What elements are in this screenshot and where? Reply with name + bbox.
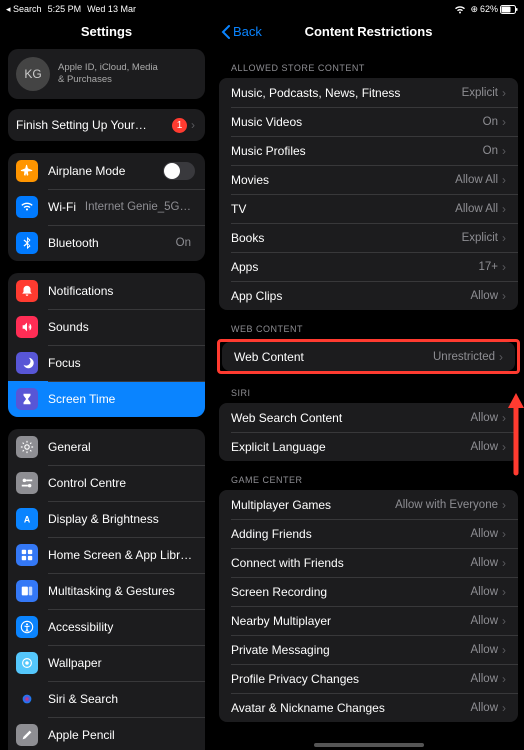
apple-pencil-row[interactable]: Apple Pencil [8,717,205,750]
store-group: Music, Podcasts, News, FitnessExplicit›M… [219,78,518,310]
gamecenter-item-row[interactable]: Private MessagingAllow› [219,635,518,664]
gamecenter-item-row[interactable]: Profile Privacy ChangesAllow› [219,664,518,693]
home-screen-row[interactable]: Home Screen & App Library [8,537,205,573]
store-item-row[interactable]: BooksExplicit› [219,223,518,252]
back-button[interactable]: Back [221,24,262,39]
siri-header: SIRI [213,374,524,403]
svg-text:A: A [24,515,31,525]
status-date: Wed 13 Mar [87,4,136,14]
detail-navbar: Back Content Restrictions [213,18,524,49]
gamecenter-item-row[interactable]: Nearby MultiplayerAllow› [219,606,518,635]
chevron-right-icon: › [502,173,506,187]
airplane-mode-row[interactable]: Airplane Mode [8,153,205,189]
store-header: ALLOWED STORE CONTENT [213,49,524,78]
speaker-icon [16,316,38,338]
web-content-row[interactable]: Web Content Unrestricted › [222,342,515,371]
wallpaper-row[interactable]: Wallpaper [8,645,205,681]
page-title: Content Restrictions [223,24,514,39]
display-row[interactable]: A Display & Brightness [8,501,205,537]
finish-setup-row[interactable]: Finish Setting Up Your… 1 › [8,109,205,141]
chevron-right-icon: › [502,614,506,628]
bluetooth-icon [16,232,38,254]
moon-icon [16,352,38,374]
siri-item-row[interactable]: Explicit LanguageAllow› [219,432,518,461]
store-item-row[interactable]: MoviesAllow All› [219,165,518,194]
status-time: 5:25 PM [48,4,82,14]
gamecenter-item-row[interactable]: Avatar & Nickname ChangesAllow› [219,693,518,722]
chevron-right-icon: › [502,289,506,303]
chevron-right-icon: › [502,672,506,686]
apple-id-subtitle: Apple ID, iCloud, Media & Purchases [58,62,158,87]
chevron-right-icon: › [502,144,506,158]
store-item-row[interactable]: Music ProfilesOn› [219,136,518,165]
wallpaper-icon [16,652,38,674]
bell-icon [16,280,38,302]
chevron-right-icon: › [502,498,506,512]
arrow-annotation [504,388,524,478]
content-restrictions-pane: Back Content Restrictions ALLOWED STORE … [213,18,524,750]
chevron-right-icon: › [502,115,506,129]
chevron-right-icon: › [502,701,506,715]
siri-item-row[interactable]: Web Search ContentAllow› [219,403,518,432]
store-item-row[interactable]: Music VideosOn› [219,107,518,136]
gamecenter-item-row[interactable]: Connect with FriendsAllow› [219,548,518,577]
wifi-icon [16,196,38,218]
sounds-row[interactable]: Sounds [8,309,205,345]
gamecenter-group: Multiplayer GamesAllow with Everyone›Add… [219,490,518,722]
sliders-icon [16,472,38,494]
chevron-right-icon: › [502,86,506,100]
hourglass-icon [16,388,38,410]
gamecenter-item-row[interactable]: Screen RecordingAllow› [219,577,518,606]
general-row[interactable]: General [8,429,205,465]
store-item-row[interactable]: Apps17+› [219,252,518,281]
screen-time-row[interactable]: Screen Time [8,381,205,417]
back-to-app[interactable]: ◂ Search [6,4,42,15]
bluetooth-row[interactable]: Bluetooth On [8,225,205,261]
chevron-right-icon: › [502,202,506,216]
apple-id-row[interactable]: KG Apple ID, iCloud, Media & Purchases [8,49,205,99]
sidebar-title: Settings [8,18,205,49]
multitasking-row[interactable]: Multitasking & Gestures [8,573,205,609]
siri-icon [16,688,38,710]
store-item-row[interactable]: Music, Podcasts, News, FitnessExplicit› [219,78,518,107]
store-item-row[interactable]: TVAllow All› [219,194,518,223]
web-header: WEB CONTENT [213,310,524,339]
pencil-icon [16,724,38,746]
chevron-right-icon: › [502,260,506,274]
accessibility-icon [16,616,38,638]
airplane-toggle[interactable] [163,162,195,180]
avatar: KG [16,57,50,91]
grid-icon [16,544,38,566]
airplane-icon [16,160,38,182]
badge: 1 [172,118,187,133]
chevron-right-icon: › [502,643,506,657]
chevron-right-icon: › [499,350,503,364]
siri-group: Web Search ContentAllow›Explicit Languag… [219,403,518,461]
gc-header: GAME CENTER [213,461,524,490]
chevron-right-icon: › [502,231,506,245]
notifications-row[interactable]: Notifications [8,273,205,309]
highlight-annotation: Web Content Unrestricted › [217,339,520,374]
chevron-right-icon: › [191,118,195,132]
gear-icon [16,436,38,458]
gamecenter-item-row[interactable]: Multiplayer GamesAllow with Everyone› [219,490,518,519]
accessibility-row[interactable]: Accessibility [8,609,205,645]
control-centre-row[interactable]: Control Centre [8,465,205,501]
wifi-icon [454,5,466,14]
chevron-right-icon: › [502,556,506,570]
chevron-right-icon: › [502,527,506,541]
gamecenter-item-row[interactable]: Adding FriendsAllow› [219,519,518,548]
focus-row[interactable]: Focus [8,345,205,381]
settings-sidebar: Settings KG Apple ID, iCloud, Media & Pu… [0,18,213,750]
store-item-row[interactable]: App ClipsAllow› [219,281,518,310]
chevron-right-icon: › [502,585,506,599]
status-bar: ◂ Search 5:25 PM Wed 13 Mar ⊕ 62% [0,0,524,18]
home-indicator[interactable] [314,743,424,747]
battery-icon: ⊕ 62% [470,4,518,15]
display-icon: A [16,508,38,530]
wifi-row[interactable]: Wi-Fi Internet Genie_5G… [8,189,205,225]
multitask-icon [16,580,38,602]
siri-row[interactable]: Siri & Search [8,681,205,717]
